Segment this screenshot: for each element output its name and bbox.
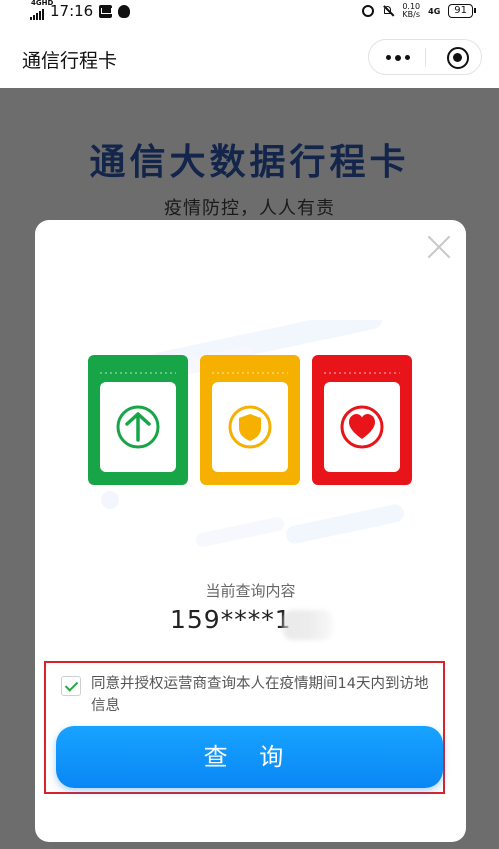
mobile-data-indicator: 4G <box>428 6 441 16</box>
query-button[interactable]: 查 询 <box>56 726 443 788</box>
status-time: 17:16 <box>50 2 94 20</box>
page-title: 通信行程卡 <box>22 50 118 72</box>
nav-bar: 通信行程卡 <box>0 22 499 88</box>
yellow-card <box>200 355 300 485</box>
battery-icon: 91 <box>448 4 476 18</box>
authorization-modal: 当前查询内容 159****1 同意并授权运营商查询本人在疫情期间14天内到访地… <box>35 220 466 842</box>
signal-icon <box>30 9 44 20</box>
query-content-label: 当前查询内容 <box>205 582 296 600</box>
mute-icon <box>382 5 394 17</box>
phone-redaction-blur <box>283 610 333 640</box>
consent-checkbox[interactable] <box>61 676 81 696</box>
consent-text: 同意并授权运营商查询本人在疫情期间14天内到访地信息 <box>91 676 429 714</box>
message-notification-icon <box>99 4 113 18</box>
background-subtitle: 疫情防控，人人有责 <box>164 198 335 219</box>
qq-notification-icon <box>118 4 131 18</box>
alarm-icon <box>362 5 375 17</box>
status-bar: 4GHD 17:16 0.10 KB/s 4G 91 <box>0 0 499 22</box>
background-title: 通信大数据行程卡 <box>89 142 410 183</box>
close-miniprogram-icon[interactable] <box>447 47 469 69</box>
close-icon[interactable] <box>426 234 452 260</box>
red-card <box>312 355 412 485</box>
green-card <box>88 355 188 485</box>
data-speed-unit: KB/s <box>402 10 421 19</box>
miniprogram-capsule <box>368 39 482 75</box>
capsule-divider <box>425 48 426 67</box>
queried-phone-number: 159****1 <box>170 605 292 634</box>
card-illustration <box>88 320 412 547</box>
more-icon[interactable] <box>386 54 410 61</box>
data-speed: 0.10 KB/s <box>402 3 420 19</box>
